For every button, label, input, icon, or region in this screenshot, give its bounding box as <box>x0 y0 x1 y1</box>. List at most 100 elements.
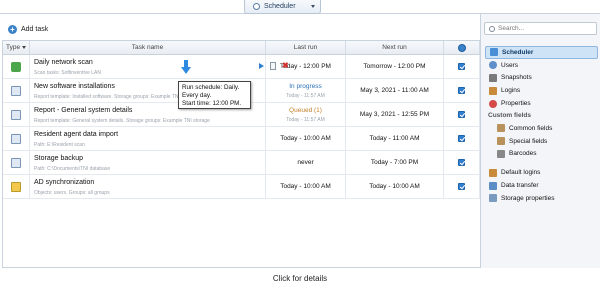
enabled-checkbox[interactable] <box>458 87 465 94</box>
task-description: Scan tasks: Softinventive LAN <box>34 70 101 76</box>
next-run-value: May 3, 2021 - 12:55 PM <box>359 111 430 118</box>
task-name: AD synchronization <box>34 179 95 186</box>
task-description: Report template: General system details.… <box>34 118 210 124</box>
sidebar-item-special-fields[interactable]: Special fields <box>485 135 598 148</box>
add-task-button[interactable]: + Add task <box>8 24 49 34</box>
enabled-checkbox[interactable] <box>458 135 465 142</box>
delete-icon[interactable]: ✖ <box>282 62 289 70</box>
task-name: Storage backup <box>34 155 84 162</box>
next-run-value: Today - 10:00 AM <box>369 183 420 190</box>
table-row[interactable]: AD synchronization Objects: users. Group… <box>3 175 480 199</box>
sidebar-item-common-fields[interactable]: Common fields <box>485 122 598 135</box>
table-row[interactable]: Storage backup Path: C:\Documents\TNI da… <box>3 151 480 175</box>
sidebar-item-label: Special fields <box>509 137 548 145</box>
sidebar-item-storage-properties[interactable]: Storage properties <box>485 192 598 205</box>
enabled-checkbox[interactable] <box>458 111 465 118</box>
backup-icon <box>11 157 21 168</box>
sidebar-item-users[interactable]: Users <box>485 59 598 72</box>
tooltip-line: Start time: 12:00 PM. <box>182 100 242 107</box>
network-scan-icon <box>11 61 21 72</box>
search-input[interactable] <box>498 25 593 32</box>
column-type[interactable]: Type <box>3 41 30 54</box>
last-run-value: never <box>297 159 314 166</box>
sidebar-item-label: Data transfer <box>501 182 539 190</box>
tab-label: Scheduler <box>264 3 296 10</box>
last-run-value: Today - 10:00 AM <box>280 183 331 190</box>
sidebar-item-logins[interactable]: Logins <box>485 84 598 97</box>
field-icon <box>497 137 505 146</box>
sidebar-item-scheduler[interactable]: Scheduler <box>485 46 598 59</box>
toolbar: + Add task <box>0 20 480 38</box>
sidebar-item-label: Snapshots <box>501 74 532 82</box>
enabled-checkbox[interactable] <box>458 63 465 70</box>
tab-scheduler[interactable]: Scheduler <box>244 0 321 14</box>
key-icon <box>489 86 497 95</box>
report-icon <box>11 85 21 96</box>
sidebar-item-label: Default logins <box>501 169 541 177</box>
sidebar-item-label: Barcodes <box>509 150 537 158</box>
sort-icon <box>22 46 27 49</box>
add-task-label: Add task <box>21 25 49 33</box>
task-description: Report template: Installed software. Sto… <box>34 94 198 100</box>
task-name: New software installations <box>34 83 115 90</box>
column-enabled[interactable] <box>444 41 480 54</box>
column-task-name[interactable]: Task name <box>30 41 266 54</box>
grid-header: Type Task name Last run Next run <box>3 41 480 55</box>
next-run-value: Today - 7:00 PM <box>370 159 419 166</box>
schedule-tooltip: Run schedule: Daily. Every day. Start ti… <box>178 81 251 109</box>
chevron-down-icon[interactable] <box>311 5 315 8</box>
sidebar-item-label: Users <box>501 61 518 69</box>
task-name: Report - General system details <box>34 107 133 114</box>
run-icon[interactable] <box>259 63 264 69</box>
properties-icon <box>489 99 497 108</box>
sidebar-nav: Scheduler Users Snapshots Logins Propert… <box>485 46 598 205</box>
top-bar: Scheduler <box>0 0 600 14</box>
edit-icon[interactable] <box>270 62 276 70</box>
sidebar-item-label: Storage properties <box>501 194 555 202</box>
caption: Click for details <box>272 274 328 283</box>
database-icon <box>489 181 497 190</box>
search-box[interactable] <box>484 22 597 35</box>
task-description: Path: E:\Resident scan <box>34 142 85 148</box>
clock-icon <box>253 3 260 10</box>
task-name: Daily network scan <box>34 59 93 66</box>
key-icon <box>489 168 497 177</box>
scheduler-icon <box>490 48 498 57</box>
sidebar-item-label: Logins <box>501 87 521 95</box>
last-run-sub: Today - 11:57 AM <box>286 92 325 99</box>
sidebar-item-barcodes[interactable]: Barcodes <box>485 148 598 161</box>
task-name: Resident agent data import <box>34 131 119 138</box>
camera-icon <box>489 73 497 82</box>
table-row[interactable]: Daily network scan Scan tasks: Softinven… <box>3 55 480 79</box>
search-icon <box>489 25 495 32</box>
task-grid: Type Task name Last run Next run Daily n… <box>2 40 480 268</box>
enabled-checkbox[interactable] <box>458 183 465 190</box>
tooltip-line: Run schedule: Daily. <box>182 84 240 91</box>
column-last-run[interactable]: Last run <box>266 41 346 54</box>
next-run-value: Tomorrow - 12:00 PM <box>363 63 426 70</box>
field-icon <box>497 124 505 133</box>
sidebar-item-properties[interactable]: Properties <box>485 97 598 110</box>
column-type-label: Type <box>6 44 21 51</box>
next-run-value: May 3, 2021 - 11:00 AM <box>360 87 429 94</box>
next-run-value: Today - 11:00 AM <box>369 135 420 142</box>
enabled-checkbox[interactable] <box>458 159 465 166</box>
storage-icon <box>489 194 497 203</box>
custom-fields-heading: Custom fields <box>488 112 531 120</box>
last-run-value: In progress <box>289 82 322 90</box>
sidebar-item-data-transfer[interactable]: Data transfer <box>485 179 598 192</box>
app-window: Scheduler + Add task Type Task name Last… <box>0 0 600 268</box>
ad-sync-icon <box>11 181 21 192</box>
user-icon <box>489 61 497 70</box>
sidebar-item-label: Properties <box>501 100 531 108</box>
arrow-down-icon <box>181 60 191 74</box>
last-run-sub: Today - 11:57 AM <box>286 116 325 123</box>
column-next-run[interactable]: Next run <box>346 41 444 54</box>
task-description: Path: C:\Documents\TNI database <box>34 166 111 172</box>
task-description: Objects: users. Groups: all groups <box>34 190 110 196</box>
report-icon <box>11 109 21 120</box>
sidebar-item-default-logins[interactable]: Default logins <box>485 166 598 179</box>
table-row[interactable]: Resident agent data import Path: E:\Resi… <box>3 127 480 151</box>
last-run-value: Queued (1) <box>289 106 322 114</box>
sidebar-item-snapshots[interactable]: Snapshots <box>485 72 598 85</box>
